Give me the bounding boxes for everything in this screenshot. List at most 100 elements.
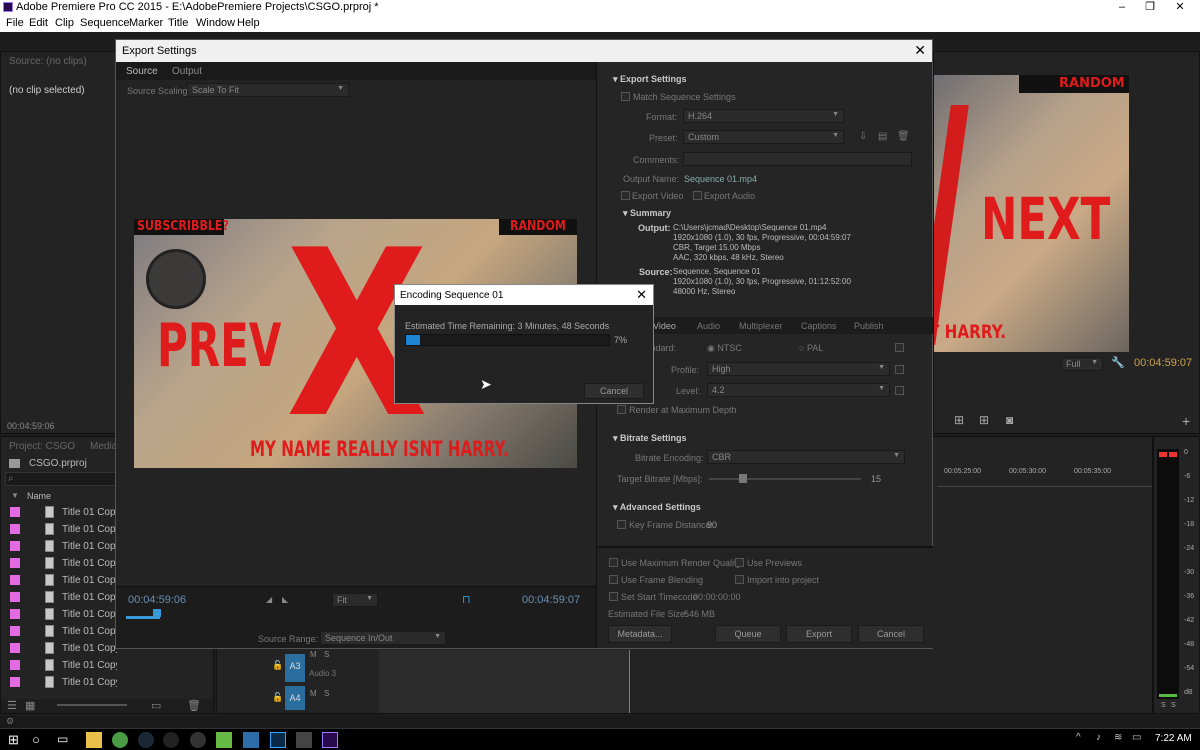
import-project-checkbox[interactable] [735,575,744,584]
sort-chevron-icon[interactable]: ▼ [11,491,19,500]
tab-source[interactable]: Source [126,66,158,77]
keyboard-icon[interactable]: ▭ [1132,732,1148,748]
start-timecode-checkbox[interactable] [609,592,618,601]
slider-thumb[interactable] [739,474,747,483]
bitrate-encoding-dropdown[interactable]: CBR [707,450,905,464]
solo-button[interactable]: S [324,689,329,698]
name-column-header[interactable]: Name [27,491,51,501]
pal-radio[interactable]: ○ PAL [799,343,823,353]
tab-project[interactable]: Project: CSGO [9,441,75,452]
close-icon[interactable]: ✕ [914,42,926,59]
csgo-icon[interactable] [190,732,206,748]
audio-track-area[interactable] [379,650,630,713]
metadata-button[interactable]: Metadata... [608,625,672,643]
menu-marker[interactable]: Marker [129,17,163,29]
task-view-icon[interactable]: ▭ [57,732,73,748]
solo-button[interactable]: S [324,650,329,659]
solo-right[interactable]: S [1171,702,1176,709]
level-checkbox[interactable] [895,386,904,395]
camera-icon[interactable]: ◙ [1006,413,1013,427]
queue-button[interactable]: Queue [715,625,781,643]
menu-window[interactable]: Window [196,17,235,29]
mute-button[interactable]: M [310,650,317,659]
app-icon[interactable] [296,732,312,748]
mark-in-icon[interactable]: ◢ [266,595,272,604]
export-video-checkbox[interactable] [621,191,630,200]
tab-captions[interactable]: Captions [801,321,837,331]
profile-checkbox[interactable] [895,365,904,374]
menu-help[interactable]: Help [237,17,260,29]
menu-title[interactable]: Title [168,17,188,29]
max-render-checkbox[interactable] [609,558,618,567]
track-a4-target[interactable]: A4 [285,686,305,710]
tab-output[interactable]: Output [172,66,202,77]
track-a3-target[interactable]: A3 [285,654,305,682]
export-audio-checkbox[interactable] [693,191,702,200]
program-zoom-dropdown[interactable]: Full [1061,357,1103,371]
source-range-dropdown[interactable]: Sequence In/Out [320,631,446,645]
close-icon[interactable]: ✕ [1172,0,1188,15]
lock-icon[interactable]: 🔓 [272,660,283,671]
zoom-slider[interactable] [57,704,127,706]
render-max-depth-checkbox[interactable] [617,405,626,414]
overwrite-icon[interactable]: ⊞ [979,413,989,427]
icon-view-icon[interactable]: ▦ [25,699,35,712]
mute-button[interactable]: M [310,689,317,698]
tab-audio[interactable]: Audio [697,321,720,331]
export-settings-header[interactable]: ▾ Export Settings [613,74,687,85]
lock-icon[interactable]: 🔓 [272,692,283,703]
network-icon[interactable]: ≋ [1114,732,1130,748]
app-icon[interactable] [243,732,259,748]
comments-input[interactable] [683,152,912,166]
project-item[interactable]: Title 01 Copy 136 [1,674,211,691]
windows-start-icon[interactable]: ⊞ [8,732,24,748]
close-icon[interactable]: ✕ [636,287,647,303]
import-preset-icon[interactable]: ▤ [878,131,887,142]
file-explorer-icon[interactable] [86,732,102,748]
insert-icon[interactable]: ⊞ [954,413,964,427]
crop-icon[interactable]: ⊓ [462,593,471,606]
format-dropdown[interactable]: H.264 [683,109,844,123]
level-dropdown[interactable]: 4.2 [707,383,890,397]
trash-icon[interactable]: 🗑 [187,699,201,712]
ntsc-radio[interactable]: ◉ NTSC [707,343,742,354]
new-bin-icon[interactable]: ▭ [151,699,161,712]
delete-preset-icon[interactable]: 🗑 [897,131,910,142]
mark-out-icon[interactable]: ◣ [282,595,288,604]
premiere-icon[interactable] [322,732,338,748]
menu-edit[interactable]: Edit [29,17,48,29]
photoshop-icon[interactable] [270,732,286,748]
tray-chevron-icon[interactable]: ^ [1076,732,1092,748]
chrome-icon[interactable] [112,732,128,748]
cancel-button[interactable]: Cancel [858,625,924,643]
volume-icon[interactable]: ♪ [1096,732,1112,748]
menu-file[interactable]: File [6,17,24,29]
save-preset-icon[interactable]: ⇩ [859,131,867,142]
fit-dropdown[interactable]: Fit [332,593,378,607]
match-sequence-checkbox[interactable] [621,92,630,101]
bitrate-settings-header[interactable]: ▾ Bitrate Settings [613,433,687,444]
export-button[interactable]: Export [786,625,852,643]
add-button-icon[interactable]: + [1182,413,1190,429]
project-search-input[interactable]: ⌕ [5,472,117,486]
key-frame-checkbox[interactable] [617,520,626,529]
wrench-icon[interactable]: 🔧 [1111,356,1125,369]
time-ruler[interactable] [937,481,1152,487]
menu-sequence[interactable]: Sequence [80,17,130,29]
tab-publish[interactable]: Publish [854,321,884,331]
playhead-handle[interactable] [153,609,161,617]
steam-icon[interactable] [138,732,154,748]
tab-source[interactable]: Source: (no clips) [9,56,87,67]
source-scaling-dropdown[interactable]: Scale To Fit [187,83,349,97]
minimize-icon[interactable]: – [1114,0,1130,15]
advanced-settings-header[interactable]: ▾ Advanced Settings [613,502,701,513]
output-name-link[interactable]: Sequence 01.mp4 [684,174,757,184]
tab-multiplexer[interactable]: Multiplexer [739,321,783,331]
preset-dropdown[interactable]: Custom [683,130,844,144]
app-icon[interactable] [216,732,232,748]
search-icon[interactable]: ○ [32,732,48,748]
maximize-icon[interactable]: ❐ [1142,0,1158,15]
project-item[interactable]: Title 01 Copy 137 [1,657,211,674]
summary-header[interactable]: ▾ Summary [623,208,671,219]
tv-standard-checkbox[interactable] [895,343,904,352]
